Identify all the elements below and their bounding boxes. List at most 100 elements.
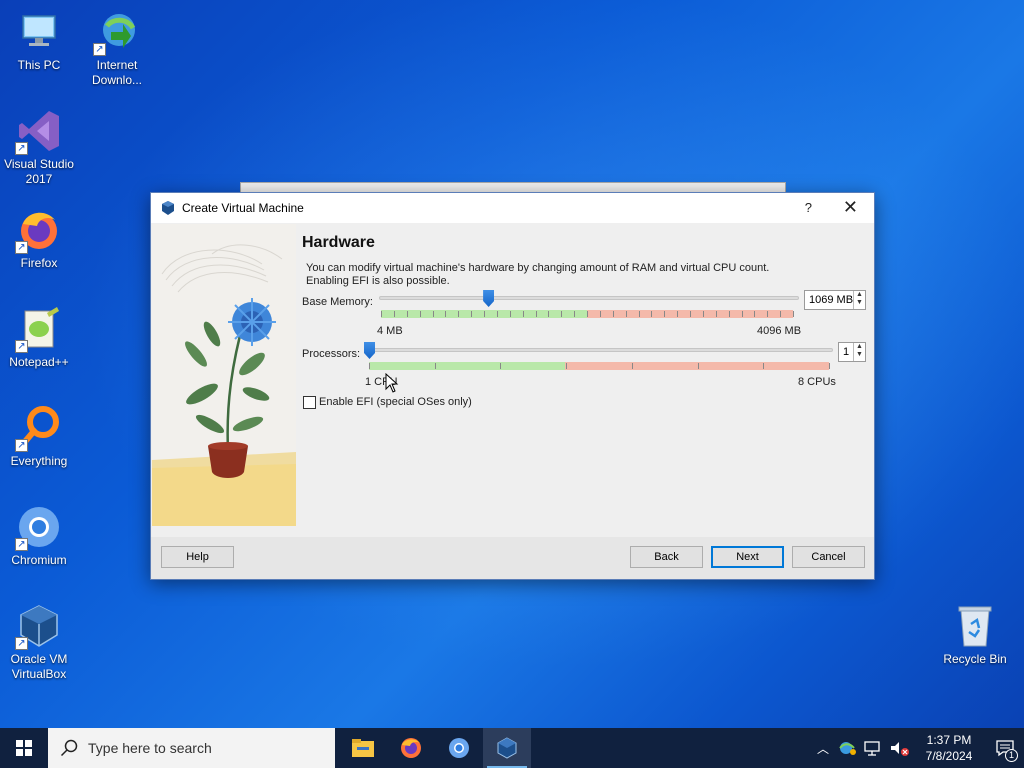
spin-arrows-icon[interactable]: ▲ ▼ (853, 343, 865, 361)
slider-tick (406, 311, 408, 317)
slider-tick (434, 363, 436, 369)
mouse-cursor-icon (385, 373, 399, 393)
shortcut-arrow-icon: ↗ (15, 241, 28, 254)
start-button[interactable] (0, 728, 48, 768)
base-memory-spinbox[interactable]: 1069 MB ▲ ▼ (804, 290, 866, 310)
desktop-icon-visual-studio[interactable]: ↗ Visual Studio 2017 (0, 107, 78, 187)
next-button[interactable]: Next (711, 546, 784, 568)
clock-time: 1:37 PM (926, 733, 972, 747)
slider-tick (763, 363, 765, 369)
taskbar-virtualbox[interactable] (483, 728, 531, 768)
create-vm-dialog: Create Virtual Machine ? ✕ Hardware You … (150, 192, 875, 580)
speaker-muted-icon[interactable] (888, 739, 910, 757)
efi-checkbox[interactable] (303, 396, 316, 409)
wizard-illustration (152, 224, 296, 526)
slider-tick (741, 311, 743, 317)
processors-spinbox[interactable]: 1 ▲ ▼ (838, 342, 866, 362)
desktop-icon-label: Oracle VM VirtualBox (10, 652, 68, 681)
base-memory-label: Base Memory: (302, 296, 373, 308)
slider-tick (419, 311, 421, 317)
desktop-icon-label: Firefox (20, 256, 58, 270)
base-memory-slider-thumb[interactable] (483, 290, 495, 307)
desktop-icon-virtualbox[interactable]: ↗ Oracle VM VirtualBox (0, 602, 78, 682)
desktop-icon-chromium[interactable]: ↗ Chromium (0, 503, 78, 568)
slider-tick (780, 311, 782, 317)
chromium-icon: ↗ (15, 503, 63, 551)
efi-label[interactable]: Enable EFI (special OSes only) (319, 396, 472, 408)
desktop-icon-everything[interactable]: ↗ Everything (0, 404, 78, 469)
slider-tick (548, 311, 550, 317)
desktop-icon-firefox[interactable]: ↗ Firefox (0, 206, 78, 271)
taskbar-chromium[interactable] (435, 728, 483, 768)
desktop-icon-label: Visual Studio 2017 (4, 157, 74, 186)
notepad-plus-plus-icon: ↗ (15, 305, 63, 353)
slider-tick (458, 311, 460, 317)
slider-tick (664, 311, 666, 317)
dialog-title: Create Virtual Machine (182, 201, 304, 215)
desktop-icon-internet-download-manager[interactable]: ↗ Internet Downlo... (78, 8, 156, 88)
taskbar-file-explorer[interactable] (339, 728, 387, 768)
internet-download-manager-icon: ↗ (93, 8, 141, 56)
slider-tick (535, 311, 537, 317)
slider-tick (381, 311, 382, 317)
slider-tick (561, 311, 563, 317)
everything-search-icon: ↗ (15, 404, 63, 452)
slider-tick (566, 363, 568, 369)
slider-tick (638, 311, 640, 317)
desktop-icon-label: Internet Downlo... (91, 58, 143, 87)
help-icon[interactable]: ? (805, 200, 812, 215)
notification-center-button[interactable]: 1 (986, 728, 1024, 768)
processors-safe-zone (369, 362, 565, 370)
slider-tick (587, 311, 588, 317)
this-pc-icon (15, 8, 63, 56)
windows-logo-icon (16, 740, 32, 756)
help-button[interactable]: Help (161, 546, 234, 568)
cancel-button[interactable]: Cancel (792, 546, 865, 568)
slider-tick (496, 311, 498, 317)
close-icon[interactable]: ✕ (843, 197, 858, 218)
memory-max-label: 4096 MB (757, 325, 802, 337)
taskbar-clock[interactable]: 1:37 PM 7/8/2024 (912, 732, 986, 764)
dialog-footer: Help Back Next Cancel (151, 537, 874, 579)
firefox-icon: ↗ (15, 206, 63, 254)
taskbar-firefox[interactable] (387, 728, 435, 768)
search-placeholder: Type here to search (88, 740, 212, 756)
desktop-icon-label: Recycle Bin (943, 652, 1007, 666)
back-button[interactable]: Back (630, 546, 703, 568)
taskbar-search-box[interactable]: Type here to search (48, 728, 335, 768)
slider-tick (471, 311, 473, 317)
slider-tick (369, 363, 370, 369)
base-memory-slider-track[interactable] (379, 296, 799, 300)
slider-tick (484, 311, 485, 317)
virtualbox-icon: ↗ (15, 602, 63, 650)
spin-arrows-icon[interactable]: ▲ ▼ (853, 291, 865, 309)
slider-tick (625, 311, 627, 317)
desktop-icon-label: Notepad++ (9, 355, 69, 369)
chevron-up-icon[interactable]: ︿ (812, 740, 834, 757)
network-status-icon[interactable] (836, 739, 858, 757)
slider-tick (631, 363, 633, 369)
slider-tick (702, 311, 704, 317)
clock-date: 7/8/2024 (925, 749, 973, 763)
virtualbox-icon (162, 201, 174, 215)
slider-tick (522, 311, 524, 317)
slider-tick (574, 311, 576, 317)
memory-min-label: 4 MB (377, 325, 403, 337)
desktop-icon-notepad-plus-plus[interactable]: ↗ Notepad++ (0, 305, 78, 370)
virtualbox-icon (497, 737, 517, 759)
desktop-icon-this-pc[interactable]: This PC (0, 8, 78, 73)
desktop-icon-label: This PC (17, 58, 61, 72)
slider-tick (651, 311, 653, 317)
processors-value: 1 (843, 346, 850, 358)
slider-tick (677, 311, 679, 317)
shortcut-arrow-icon: ↗ (15, 142, 28, 155)
display-network-icon[interactable] (862, 739, 884, 757)
slider-tick (612, 311, 614, 317)
dialog-titlebar[interactable]: Create Virtual Machine ? ✕ (151, 193, 874, 223)
shortcut-arrow-icon: ↗ (15, 439, 28, 452)
shortcut-arrow-icon: ↗ (15, 538, 28, 551)
desktop-icon-recycle-bin[interactable]: Recycle Bin (936, 602, 1014, 667)
page-description: You can modify virtual machine's hardwar… (306, 262, 769, 288)
processors-slider-track[interactable] (367, 348, 833, 352)
processors-slider-thumb[interactable] (364, 342, 375, 359)
